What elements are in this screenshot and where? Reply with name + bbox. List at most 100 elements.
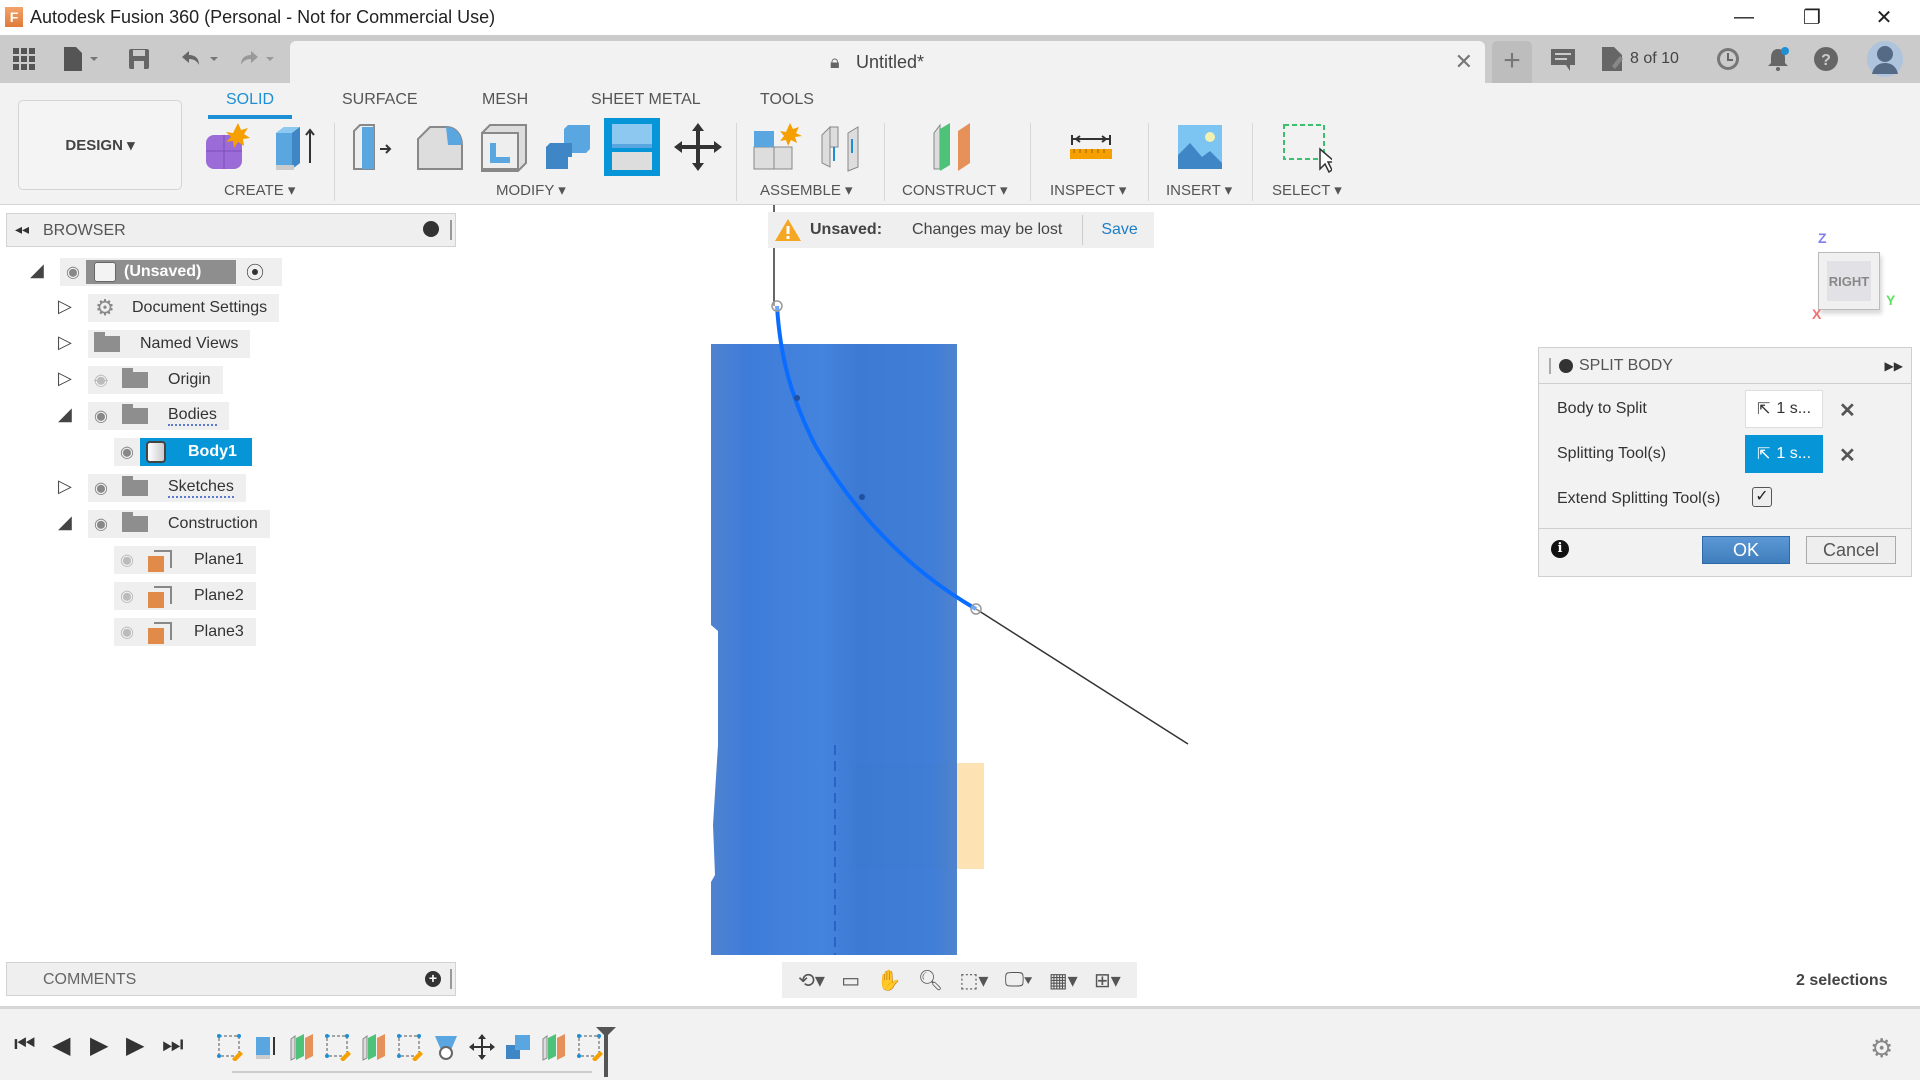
timeline-feature-extrude-icon[interactable] — [252, 1033, 280, 1061]
pan-hand-icon[interactable]: ✋ — [877, 968, 902, 993]
comments-panel[interactable]: COMMENTS + — [6, 962, 456, 996]
press-pull-tool[interactable] — [350, 121, 402, 173]
timeline-feature-revolve-icon[interactable] — [432, 1033, 460, 1061]
info-icon[interactable]: i — [1551, 540, 1569, 558]
clear-tools-selection-button[interactable]: ✕ — [1839, 443, 1856, 468]
add-comment-icon[interactable]: + — [425, 971, 441, 987]
go-to-start-button[interactable]: ⏮ — [14, 1031, 36, 1059]
close-window-button[interactable]: ✕ — [1856, 0, 1912, 35]
comments-title: COMMENTS — [43, 971, 137, 988]
lock-icon: 🔒︎ — [830, 52, 840, 72]
separator — [1030, 123, 1031, 201]
tab-solid[interactable]: SOLID — [226, 91, 274, 109]
cancel-button[interactable]: Cancel — [1806, 536, 1896, 564]
drag-handle[interactable] — [1549, 357, 1551, 374]
orbit-icon[interactable]: ⟲▾ — [798, 968, 825, 993]
timeline-feature-plane-icon[interactable] — [288, 1033, 316, 1061]
step-forward-button[interactable]: ▶ — [126, 1031, 144, 1060]
extrude-tool[interactable] — [268, 121, 320, 173]
app-title: Autodesk Fusion 360 (Personal - Not for … — [30, 7, 496, 27]
fillet-tool[interactable] — [414, 121, 466, 173]
timeline-settings-gear-icon[interactable]: ⚙ — [1870, 1033, 1893, 1064]
save-icon[interactable] — [128, 45, 150, 73]
viewcube[interactable]: RIGHT Z Y X — [1812, 230, 1902, 322]
undo-button[interactable] — [178, 45, 222, 73]
timeline-feature-sketch-icon[interactable] — [216, 1033, 244, 1062]
timeline-feature-sketch-icon[interactable] — [396, 1033, 424, 1062]
new-component-tool[interactable] — [202, 121, 254, 173]
step-back-button[interactable]: ◀ — [52, 1031, 70, 1060]
measure-tool[interactable] — [1064, 121, 1118, 173]
shell-tool[interactable] — [478, 121, 530, 173]
tab-tools[interactable]: TOOLS — [760, 91, 814, 109]
fusion-logo-icon: F — [5, 7, 23, 27]
look-at-icon[interactable]: ▭ — [841, 968, 860, 993]
close-tab-icon[interactable]: ✕ — [1455, 49, 1473, 75]
go-to-end-button[interactable]: ⏭ — [162, 1031, 184, 1059]
joint-tool[interactable] — [818, 121, 870, 173]
document-tab[interactable]: 🔒︎ Untitled* ✕ — [290, 41, 1485, 83]
body-to-split-selector[interactable]: ⇱ 1 s... — [1745, 390, 1823, 428]
panel-resize-handle[interactable] — [450, 969, 452, 989]
construct-menu[interactable]: CONSTRUCT ▾ — [902, 181, 1008, 199]
dialog-header[interactable]: SPLIT BODY ▶▶ — [1539, 348, 1911, 384]
svg-text:?: ? — [1821, 52, 1831, 69]
offset-plane-tool[interactable] — [930, 121, 982, 173]
separator — [884, 123, 885, 201]
play-button[interactable]: ▶ — [90, 1031, 108, 1060]
viewports-icon[interactable]: ⊞▾ — [1094, 968, 1121, 993]
unsaved-message: Changes may be lost — [912, 221, 1063, 238]
cursor-arrow-icon: ⇱ — [1756, 446, 1771, 463]
history-clock-icon[interactable] — [1715, 45, 1741, 73]
zoom-icon[interactable]: 🔍︎ — [918, 968, 943, 993]
selection-count: 1 s... — [1776, 445, 1812, 462]
create-menu[interactable]: CREATE ▾ — [224, 181, 295, 199]
assemble-menu[interactable]: ASSEMBLE ▾ — [760, 181, 853, 199]
modify-menu[interactable]: MODIFY ▾ — [496, 181, 566, 199]
job-status-button[interactable]: 8 of 10 — [1600, 45, 1679, 73]
insert-menu[interactable]: INSERT ▾ — [1166, 181, 1232, 199]
help-icon[interactable]: ? — [1813, 45, 1839, 73]
extend-splitting-tools-checkbox[interactable]: ✓ — [1752, 487, 1772, 507]
comments-icon[interactable] — [1550, 45, 1576, 73]
collapse-dialog-icon[interactable] — [1559, 358, 1573, 373]
workspace-switcher[interactable]: DESIGN ▾ — [18, 100, 182, 190]
user-avatar-icon[interactable] — [1866, 40, 1904, 78]
tab-mesh[interactable]: MESH — [482, 91, 528, 109]
save-link[interactable]: Save — [1101, 221, 1137, 239]
insert-image-tool[interactable] — [1174, 121, 1226, 173]
apps-grid-icon[interactable] — [12, 45, 36, 73]
timeline-feature-plane-icon[interactable] — [360, 1033, 388, 1061]
notifications-bell-icon[interactable] — [1765, 45, 1791, 73]
minimize-button[interactable]: — — [1716, 0, 1772, 35]
timeline-feature-sketch-icon[interactable] — [324, 1033, 352, 1062]
tab-sheet-metal[interactable]: SHEET METAL — [591, 91, 701, 109]
window-select-tool[interactable] — [1280, 121, 1338, 174]
splitting-tools-selector[interactable]: ⇱ 1 s... — [1745, 435, 1823, 473]
ok-button[interactable]: OK — [1702, 536, 1790, 564]
clear-body-selection-button[interactable]: ✕ — [1839, 398, 1856, 423]
fit-zoom-window-icon[interactable]: ⬚▾ — [959, 968, 988, 993]
timeline-feature-plane-icon[interactable] — [540, 1033, 568, 1061]
select-menu[interactable]: SELECT ▾ — [1272, 181, 1342, 199]
split-body-tool[interactable] — [604, 118, 660, 176]
active-tab-indicator — [208, 115, 292, 119]
new-tab-button[interactable]: + — [1492, 41, 1532, 83]
grid-settings-icon[interactable]: ▦▾ — [1049, 968, 1078, 993]
inspect-menu[interactable]: INSPECT ▾ — [1050, 181, 1126, 199]
timeline-feature-sketch-icon[interactable] — [576, 1033, 604, 1062]
timeline-feature-move-icon[interactable] — [468, 1033, 496, 1061]
file-menu-button[interactable] — [62, 45, 102, 73]
viewcube-face[interactable]: RIGHT — [1818, 252, 1880, 310]
expand-dialog-icon[interactable]: ▶▶ — [1885, 359, 1903, 373]
redo-button[interactable] — [236, 45, 280, 73]
combine-tool[interactable] — [542, 121, 594, 173]
timeline-feature-combine-icon[interactable] — [504, 1033, 532, 1061]
3d-viewport[interactable] — [0, 205, 1920, 955]
move-copy-tool[interactable] — [672, 121, 724, 173]
display-settings-icon[interactable]: 🖵▾ — [1005, 969, 1033, 992]
tab-surface[interactable]: SURFACE — [342, 91, 418, 109]
assemble-new-component-tool[interactable] — [752, 121, 804, 173]
restore-button[interactable]: ❐ — [1784, 0, 1840, 35]
selection-count: 1 s... — [1776, 400, 1812, 417]
